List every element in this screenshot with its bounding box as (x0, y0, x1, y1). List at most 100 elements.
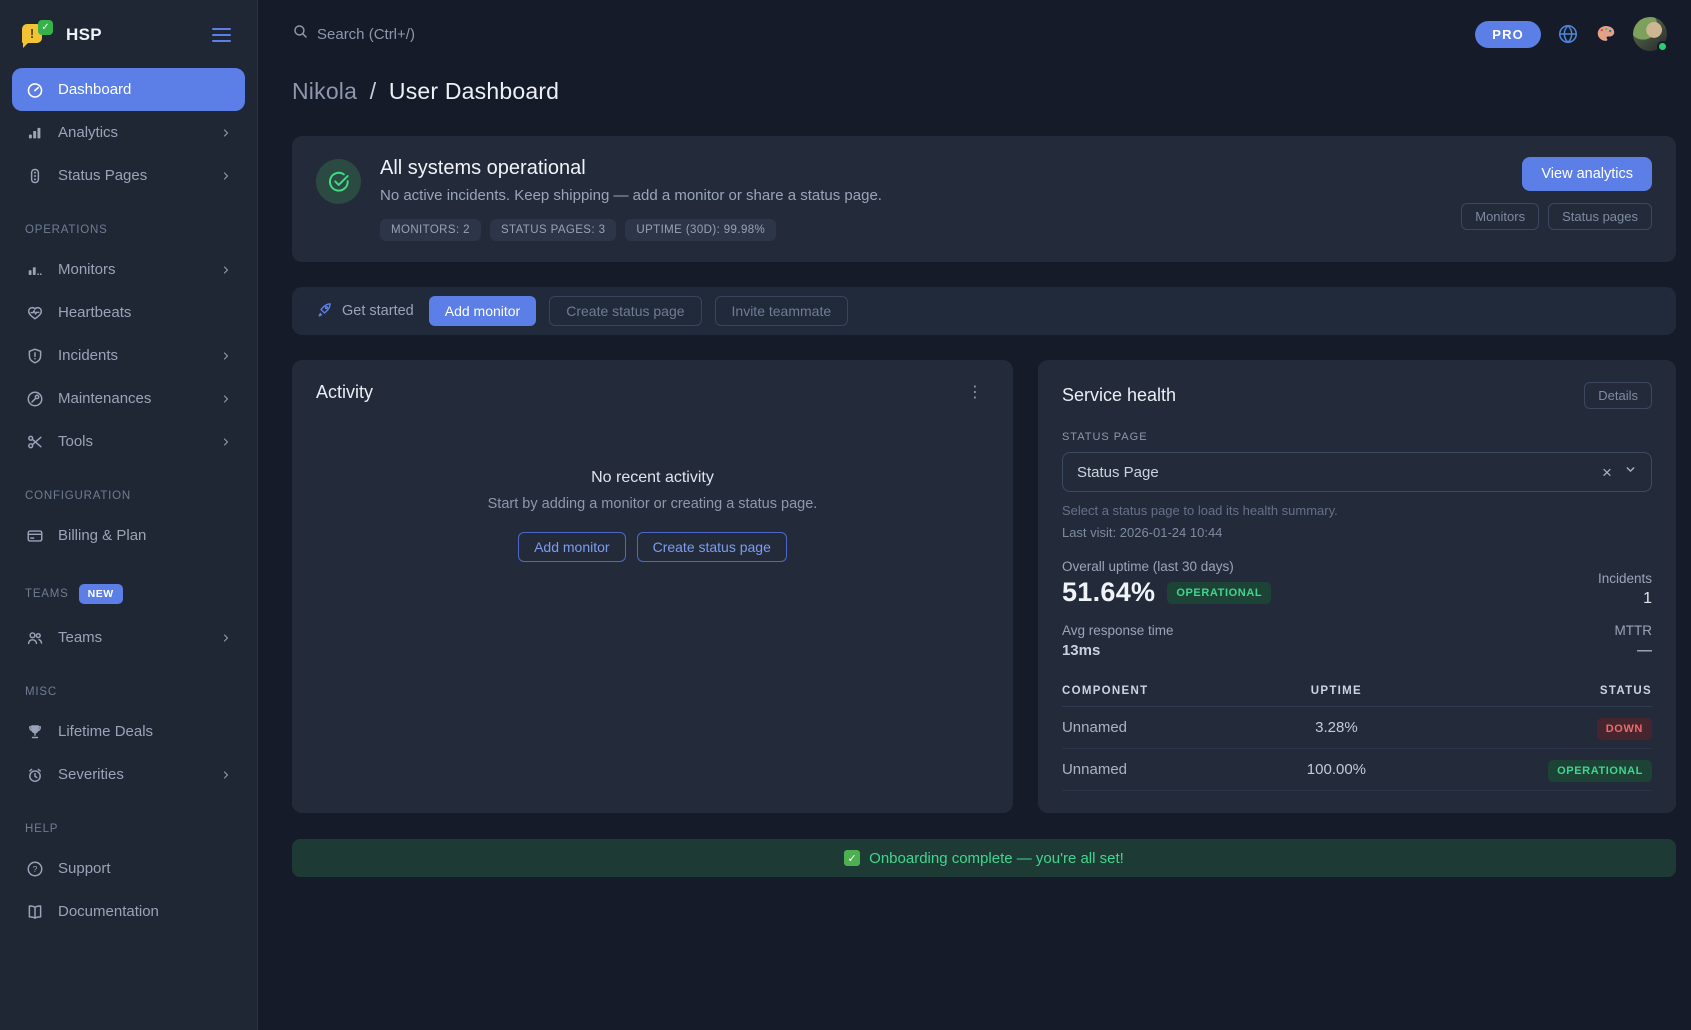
search-input[interactable] (317, 26, 557, 43)
book-icon (25, 902, 44, 921)
search-icon (292, 23, 309, 45)
credit-card-icon (25, 526, 44, 545)
sidebar-item-label: Status Pages (58, 167, 147, 184)
sidebar-item-severities[interactable]: Severities (12, 753, 245, 796)
breadcrumb: Nikola / User Dashboard (258, 51, 1691, 105)
sidebar-item-label: Teams (58, 629, 102, 646)
sidebar-item-label: Analytics (58, 124, 118, 141)
add-monitor-button[interactable]: Add monitor (429, 296, 536, 326)
monitors-link-button[interactable]: Monitors (1461, 203, 1539, 230)
sidebar-item-tools[interactable]: Tools (12, 420, 245, 463)
sidebar-item-teams[interactable]: Teams (12, 616, 245, 659)
chevron-right-icon (220, 632, 232, 644)
sidebar-item-label: Heartbeats (58, 304, 131, 321)
users-icon (25, 628, 44, 647)
empty-add-monitor-button[interactable]: Add monitor (518, 532, 625, 562)
select-helper-text: Select a status page to load its health … (1062, 503, 1652, 518)
sidebar: !✓ HSP Dashboard Analytics Status Pages … (0, 0, 258, 1030)
sidebar-item-label: Maintenances (58, 390, 151, 407)
status-pages-link-button[interactable]: Status pages (1548, 203, 1652, 230)
sidebar-section-operations: OPERATIONS (25, 224, 232, 236)
chevron-right-icon (220, 350, 232, 362)
view-analytics-button[interactable]: View analytics (1522, 157, 1652, 191)
sidebar-item-billing-plan[interactable]: Billing & Plan (12, 514, 245, 557)
language-globe-icon[interactable] (1557, 23, 1579, 45)
empty-create-status-page-button[interactable]: Create status page (637, 532, 787, 562)
overall-uptime-value: 51.64% (1062, 577, 1155, 608)
status-page-field-label: STATUS PAGE (1062, 431, 1652, 443)
sidebar-item-documentation[interactable]: Documentation (12, 890, 245, 933)
topbar: PRO (258, 0, 1691, 51)
sidebar-section-teams: TEAMS NEW (25, 584, 232, 604)
sidebar-section-help: HELP (25, 823, 232, 835)
sidebar-item-maintenances[interactable]: Maintenances (12, 377, 245, 420)
invite-teammate-button[interactable]: Invite teammate (715, 296, 849, 326)
service-health-title: Service health (1062, 385, 1176, 406)
operational-status-badge: OPERATIONAL (1167, 582, 1271, 604)
avg-response-value: 13ms (1062, 642, 1174, 659)
main-area: PRO Nikola / User Dashboard All sy (258, 0, 1691, 1030)
sidebar-item-heartbeats[interactable]: Heartbeats (12, 291, 245, 334)
operational-check-icon (316, 159, 361, 204)
mttr-value: — (1614, 642, 1652, 659)
pro-plan-badge[interactable]: PRO (1475, 21, 1541, 48)
incidents-value: 1 (1598, 590, 1652, 608)
status-page-select[interactable]: Status Page × (1062, 452, 1652, 492)
monitors-count-chip: MONITORS: 2 (380, 219, 481, 241)
service-health-card: Service health Details STATUS PAGE Statu… (1038, 360, 1676, 813)
status-pages-count-chip: STATUS PAGES: 3 (490, 219, 616, 241)
wrench-circle-icon (25, 389, 44, 408)
chevron-right-icon (220, 769, 232, 781)
breadcrumb-parent[interactable]: Nikola (292, 78, 357, 104)
svg-text:?: ? (32, 864, 37, 874)
alarm-clock-icon (25, 765, 44, 784)
system-status-subtitle: No active incidents. Keep shipping — add… (380, 187, 882, 204)
sidebar-section-configuration: CONFIGURATION (25, 490, 232, 502)
theme-palette-icon[interactable] (1595, 23, 1617, 45)
sidebar-item-label: Incidents (58, 347, 118, 364)
clear-selection-icon[interactable]: × (1602, 464, 1612, 481)
system-status-title: All systems operational (380, 157, 882, 180)
sidebar-item-dashboard[interactable]: Dashboard (12, 68, 245, 111)
sidebar-item-label: Monitors (58, 261, 116, 278)
global-search[interactable] (292, 23, 557, 45)
gauge-icon (25, 80, 44, 99)
sidebar-item-label: Billing & Plan (58, 527, 146, 544)
chevron-right-icon (220, 436, 232, 448)
table-row: Unnamed 3.28% DOWN (1062, 707, 1652, 749)
column-header-uptime: UPTIME (1266, 676, 1406, 707)
chevron-down-icon[interactable] (1624, 463, 1637, 481)
onboarding-complete-banner: ✓ Onboarding complete — you're all set! (292, 839, 1676, 877)
kebab-menu-icon[interactable]: ⋮ (961, 383, 989, 403)
traffic-light-icon (25, 166, 44, 185)
sidebar-item-status-pages[interactable]: Status Pages (12, 154, 245, 197)
details-button[interactable]: Details (1584, 382, 1652, 409)
sidebar-toggle-button[interactable] (208, 24, 235, 46)
component-uptime: 100.00% (1266, 749, 1406, 791)
overall-uptime-label: Overall uptime (last 30 days) (1062, 559, 1271, 574)
create-status-page-button[interactable]: Create status page (549, 296, 701, 326)
activity-card: Activity ⋮ No recent activity Start by a… (292, 360, 1013, 813)
sidebar-item-analytics[interactable]: Analytics (12, 111, 245, 154)
breadcrumb-separator: / (370, 78, 377, 104)
online-status-dot (1657, 41, 1668, 52)
sidebar-item-support[interactable]: ? Support (12, 847, 245, 890)
banner-text: Onboarding complete — you're all set! (869, 850, 1124, 867)
heart-pulse-icon (25, 303, 44, 322)
trophy-icon (25, 722, 44, 741)
component-name: Unnamed (1062, 749, 1266, 791)
brand-logo-icon: !✓ (22, 20, 54, 50)
sidebar-item-label: Dashboard (58, 81, 131, 98)
sidebar-item-incidents[interactable]: Incidents (12, 334, 245, 377)
check-square-icon: ✓ (844, 850, 860, 866)
chart-bars-icon (25, 260, 44, 279)
sidebar-item-label: Severities (58, 766, 124, 783)
sidebar-item-monitors[interactable]: Monitors (12, 248, 245, 291)
incidents-label: Incidents (1598, 571, 1652, 586)
sidebar-item-lifetime-deals[interactable]: Lifetime Deals (12, 710, 245, 753)
sidebar-section-misc: MISC (25, 686, 232, 698)
table-row: Unnamed 100.00% OPERATIONAL (1062, 749, 1652, 791)
rocket-icon (316, 301, 333, 322)
user-avatar[interactable] (1633, 17, 1667, 51)
shield-alert-icon (25, 346, 44, 365)
